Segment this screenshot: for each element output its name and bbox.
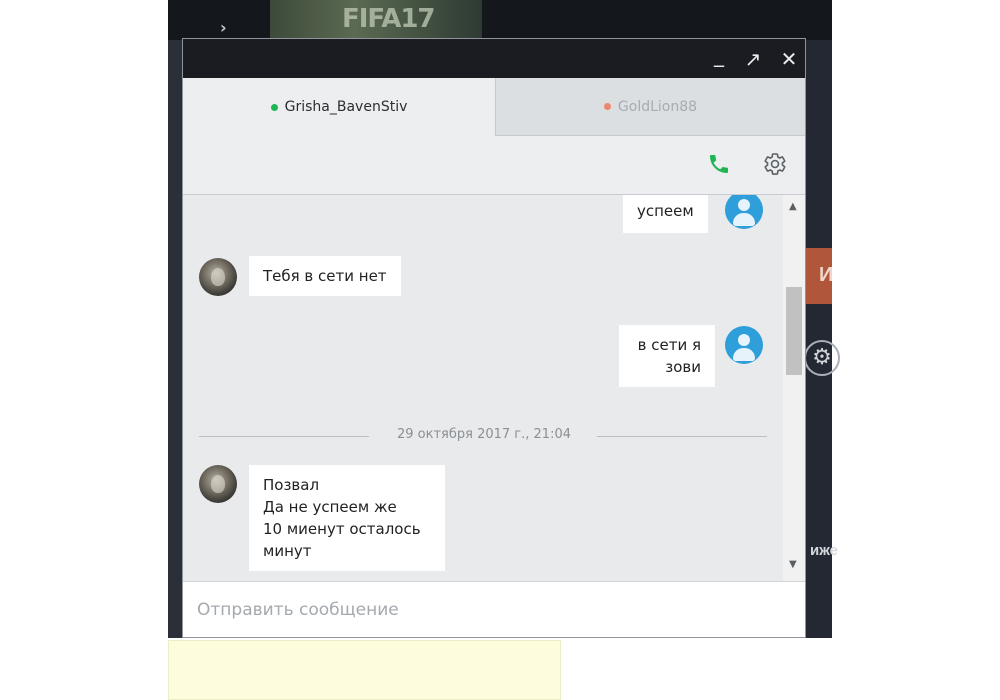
chat-titlebar[interactable]: _ ↗ ✕ — [183, 39, 805, 78]
scroll-up-arrow-icon[interactable]: ▲ — [789, 201, 797, 212]
message-bubble-outgoing: в сети я зови — [619, 325, 715, 387]
tab-label: GoldLion88 — [617, 98, 698, 115]
wolf-avatar[interactable] — [199, 465, 237, 503]
user-avatar-body — [733, 348, 755, 361]
user-avatar-body — [733, 213, 755, 226]
message-list[interactable]: успеем Тебя в сети нет в сети я зови 29 … — [183, 195, 805, 581]
message-bubble-outgoing: успеем — [623, 195, 708, 233]
message-line: Позвал — [263, 476, 320, 494]
message-text: успеем — [637, 202, 694, 220]
minimize-button[interactable]: _ — [707, 43, 731, 67]
phone-icon[interactable] — [707, 152, 731, 176]
message-text: Тебя в сети нет — [263, 267, 387, 285]
date-separator-line — [199, 436, 369, 437]
message-line: Да не успеем же — [263, 498, 397, 516]
scroll-thumb[interactable] — [786, 287, 802, 375]
close-button[interactable]: ✕ — [777, 47, 801, 71]
date-separator-line — [597, 436, 767, 437]
user-avatar-head — [738, 334, 750, 346]
date-separator: 29 октября 2017 г., 21:04 — [396, 427, 571, 442]
gear-icon[interactable] — [763, 152, 787, 176]
background-side-text: иже — [810, 542, 839, 559]
chevron-right-icon[interactable]: › — [220, 18, 227, 37]
message-input[interactable] — [197, 596, 787, 624]
user-avatar-head — [738, 199, 750, 211]
chat-toolbar — [183, 136, 805, 195]
maximize-button[interactable]: ↗ — [741, 47, 765, 71]
wolf-avatar[interactable] — [199, 258, 237, 296]
away-status-dot — [603, 103, 611, 110]
tab-goldlion[interactable]: GoldLion88 — [495, 78, 805, 136]
message-line: зови — [665, 358, 701, 376]
tab-label: Grisha_BavenStiv — [284, 99, 408, 115]
message-bubble-incoming: Позвал Да не успеем же 10 миенут осталос… — [249, 465, 445, 571]
user-avatar[interactable] — [725, 195, 763, 229]
chat-tabs: Grisha_BavenStiv GoldLion88 — [183, 78, 805, 136]
message-scrollbar[interactable]: ▲ ▼ — [783, 195, 805, 581]
message-line: в сети я — [637, 336, 701, 354]
background-gear-icon[interactable]: ⚙ — [804, 340, 840, 376]
composer — [183, 581, 805, 637]
message-line: 10 миенут осталось — [263, 520, 421, 538]
chat-window: _ ↗ ✕ Grisha_BavenStiv GoldLion88 успеем — [182, 38, 806, 638]
banner-title: FIFA17 — [342, 4, 436, 34]
online-status-dot — [270, 103, 278, 111]
background-topbar — [168, 0, 832, 40]
message-line: минут — [263, 542, 312, 560]
background-yellow-panel — [168, 640, 561, 700]
user-avatar[interactable] — [725, 326, 763, 364]
message-bubble-incoming: Тебя в сети нет — [249, 256, 401, 296]
background-orange-button-label: И — [819, 264, 834, 286]
scroll-down-arrow-icon[interactable]: ▼ — [789, 559, 797, 570]
tab-grisha[interactable]: Grisha_BavenStiv — [183, 78, 495, 136]
